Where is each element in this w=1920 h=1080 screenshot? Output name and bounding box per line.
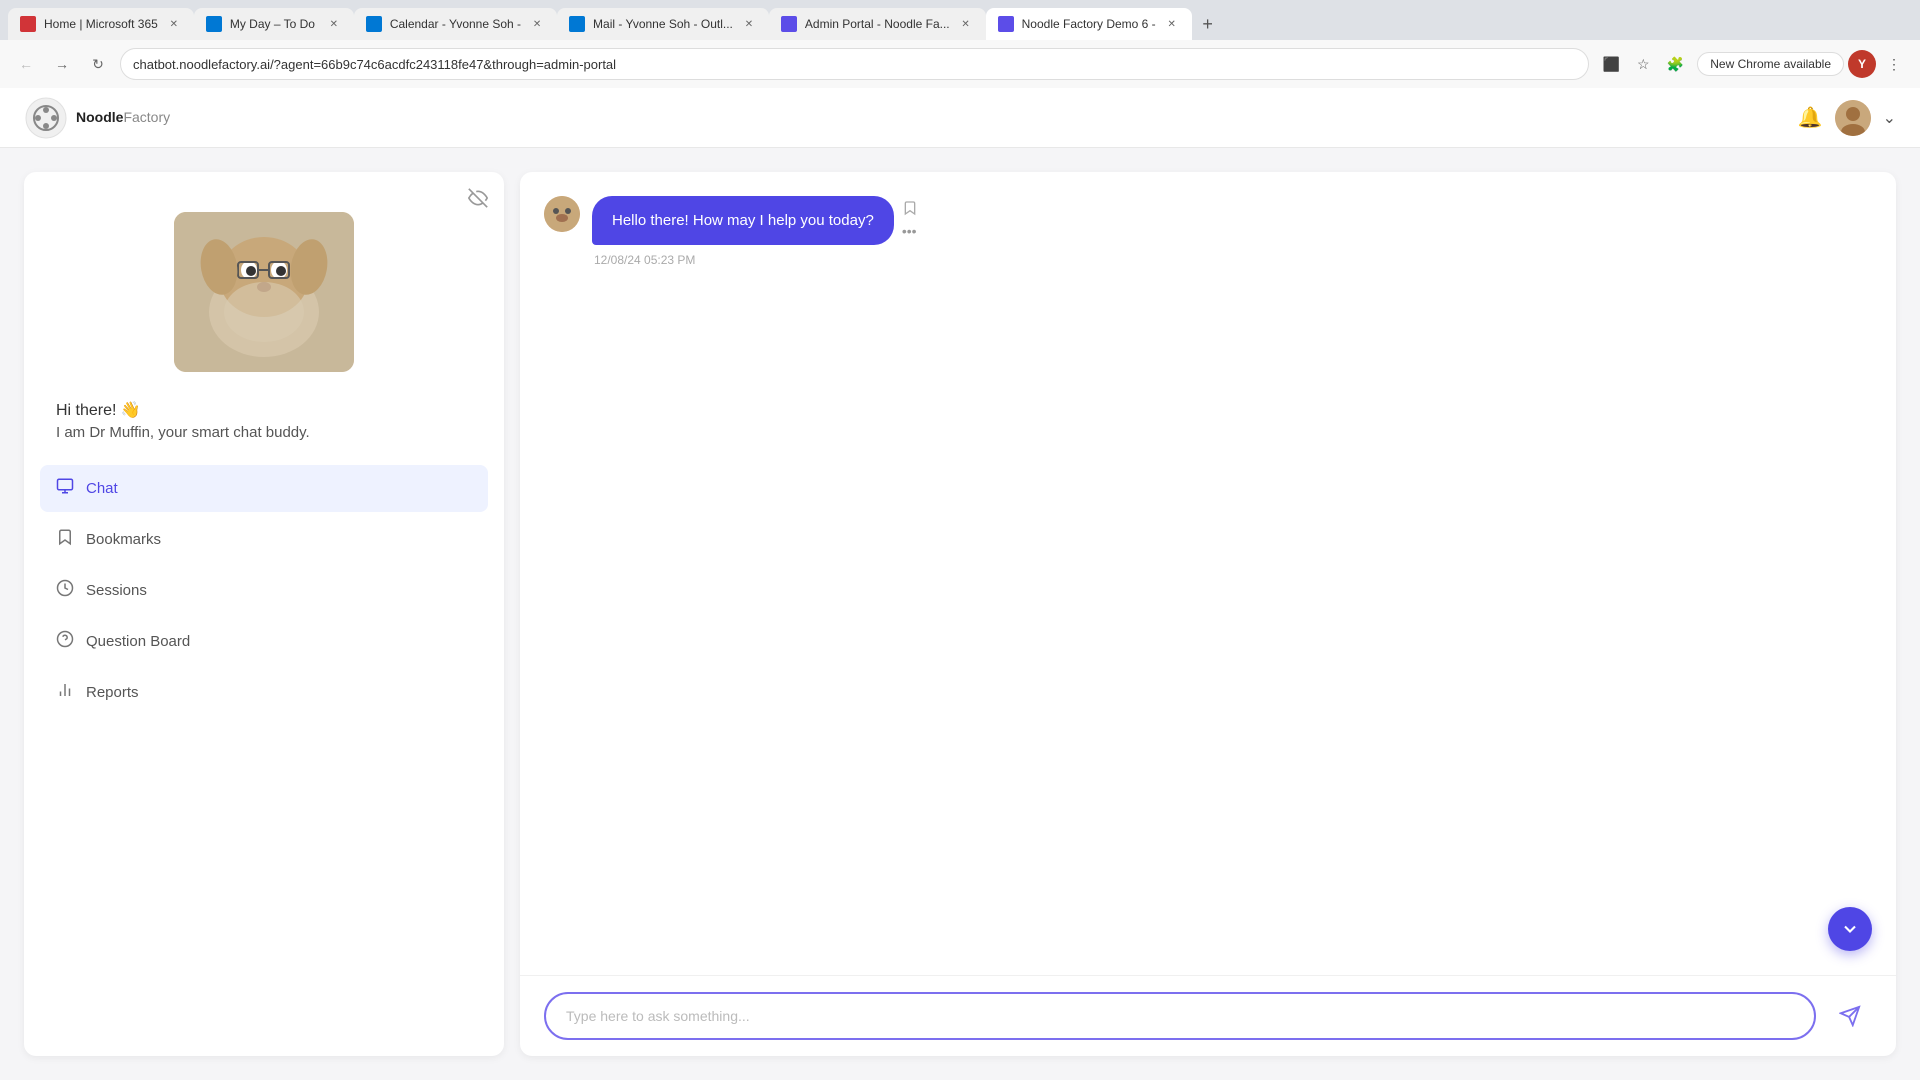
address-bar[interactable]: chatbot.noodlefactory.ai/?agent=66b9c74c… xyxy=(120,48,1589,80)
chat-input[interactable] xyxy=(544,992,1816,1040)
chevron-down-icon[interactable]: ⌄ xyxy=(1883,108,1896,128)
bot-message-bubble: Hello there! How may I help you today? xyxy=(592,196,894,245)
tab-close-ms365[interactable]: ✕ xyxy=(166,16,182,32)
profile-circle[interactable]: Y xyxy=(1848,50,1876,78)
tab-close-admin[interactable]: ✕ xyxy=(958,16,974,32)
tab-calendar[interactable]: Calendar - Yvonne Soh - ✕ xyxy=(354,8,557,40)
bookmarks-icon xyxy=(56,528,74,551)
message-time: 12/08/24 05:23 PM xyxy=(594,253,918,267)
nav-chat-label: Chat xyxy=(86,480,118,497)
nav-actions: ⬛ ☆ 🧩 New Chrome available Y ⋮ xyxy=(1597,50,1908,78)
tab-close-mail[interactable]: ✕ xyxy=(741,16,757,32)
chat-area: Hello there! How may I help you today? •… xyxy=(520,172,1896,975)
bot-image xyxy=(174,212,354,372)
nav-item-sessions[interactable]: Sessions xyxy=(40,567,488,614)
nav-item-question-board[interactable]: Question Board xyxy=(40,618,488,665)
tab-bar: Home | Microsoft 365 ✕ My Day – To Do ✕ … xyxy=(0,0,1920,40)
tab-title-admin: Admin Portal - Noodle Fa... xyxy=(805,17,950,31)
url-text: chatbot.noodlefactory.ai/?agent=66b9c74c… xyxy=(133,57,1576,72)
message-actions: ••• xyxy=(902,196,918,239)
menu-button[interactable]: ⋮ xyxy=(1880,50,1908,78)
extensions-button[interactable]: 🧩 xyxy=(1661,50,1689,78)
tab-admin[interactable]: Admin Portal - Noodle Fa... ✕ xyxy=(769,8,986,40)
tab-close-calendar[interactable]: ✕ xyxy=(529,16,545,32)
tab-demo[interactable]: Noodle Factory Demo 6 - ✕ xyxy=(986,8,1192,40)
tab-ms365[interactable]: Home | Microsoft 365 ✕ xyxy=(8,8,194,40)
new-tab-button[interactable]: + xyxy=(1192,8,1224,40)
nav-item-chat[interactable]: Chat xyxy=(40,465,488,512)
scroll-to-bottom-button[interactable] xyxy=(1828,907,1872,951)
chat-icon xyxy=(56,477,74,500)
nav-question-board-label: Question Board xyxy=(86,633,190,650)
tab-favicon-demo xyxy=(998,16,1014,32)
message-row: Hello there! How may I help you today? •… xyxy=(544,196,1872,267)
nav-sessions-label: Sessions xyxy=(86,582,147,599)
notification-bell[interactable]: 🔔 xyxy=(1798,105,1823,130)
tab-mail[interactable]: Mail - Yvonne Soh - Outl... ✕ xyxy=(557,8,769,40)
tab-title-demo: Noodle Factory Demo 6 - xyxy=(1022,17,1156,31)
tab-title-ms365: Home | Microsoft 365 xyxy=(44,17,158,31)
send-button[interactable] xyxy=(1828,994,1872,1038)
forward-button[interactable]: → xyxy=(48,50,76,78)
nav-bar: ← → ↻ chatbot.noodlefactory.ai/?agent=66… xyxy=(0,40,1920,88)
tab-title-calendar: Calendar - Yvonne Soh - xyxy=(390,17,521,31)
top-nav: NoodleFactory 🔔 ⌄ xyxy=(0,88,1920,148)
nav-bookmarks-label: Bookmarks xyxy=(86,531,161,548)
nav-reports-label: Reports xyxy=(86,684,139,701)
more-options-icon[interactable]: ••• xyxy=(902,223,918,239)
logo-icon xyxy=(24,96,68,140)
logo-area[interactable]: NoodleFactory xyxy=(24,96,170,140)
tab-title-mail: Mail - Yvonne Soh - Outl... xyxy=(593,17,733,31)
bubble-row: Hello there! How may I help you today? •… xyxy=(592,196,918,245)
left-panel: Hi there! 👋 I am Dr Muffin, your smart c… xyxy=(24,172,504,1056)
sessions-icon xyxy=(56,579,74,602)
tab-favicon-admin xyxy=(781,16,797,32)
tab-favicon-calendar xyxy=(366,16,382,32)
logo-text: NoodleFactory xyxy=(76,109,170,127)
greeting-area: Hi there! 👋 I am Dr Muffin, your smart c… xyxy=(24,392,504,457)
reports-icon xyxy=(56,681,74,704)
message-content: Hello there! How may I help you today? •… xyxy=(592,196,918,267)
main-layout: Hi there! 👋 I am Dr Muffin, your smart c… xyxy=(0,148,1920,1080)
back-button[interactable]: ← xyxy=(12,50,40,78)
greeting-text: Hi there! 👋 xyxy=(56,400,472,420)
nav-item-bookmarks[interactable]: Bookmarks xyxy=(40,516,488,563)
hide-icon[interactable] xyxy=(468,188,488,213)
question-board-icon xyxy=(56,630,74,653)
nav-menu: Chat Bookmarks xyxy=(24,457,504,732)
top-nav-right: 🔔 ⌄ xyxy=(1798,100,1896,136)
tab-favicon-mail xyxy=(569,16,585,32)
nav-item-reports[interactable]: Reports xyxy=(40,669,488,716)
tab-close-demo[interactable]: ✕ xyxy=(1164,16,1180,32)
reload-button[interactable]: ↻ xyxy=(84,50,112,78)
bot-image-area xyxy=(24,172,504,392)
tab-favicon-ms365 xyxy=(20,16,36,32)
new-chrome-badge[interactable]: New Chrome available xyxy=(1697,52,1844,76)
bookmark-button[interactable]: ☆ xyxy=(1629,50,1657,78)
page-content: NoodleFactory 🔔 ⌄ xyxy=(0,88,1920,1080)
greeting-sub: I am Dr Muffin, your smart chat buddy. xyxy=(56,424,472,441)
tab-todo[interactable]: My Day – To Do ✕ xyxy=(194,8,354,40)
bookmark-message-icon[interactable] xyxy=(902,200,918,219)
tab-favicon-todo xyxy=(206,16,222,32)
dog-illustration xyxy=(174,212,354,372)
browser-chrome: Home | Microsoft 365 ✕ My Day – To Do ✕ … xyxy=(0,0,1920,88)
cast-button[interactable]: ⬛ xyxy=(1597,50,1625,78)
tab-close-todo[interactable]: ✕ xyxy=(326,16,342,32)
input-area xyxy=(520,975,1896,1056)
tab-title-todo: My Day – To Do xyxy=(230,17,318,31)
bot-avatar xyxy=(544,196,580,232)
user-avatar[interactable] xyxy=(1835,100,1871,136)
right-panel: Hello there! How may I help you today? •… xyxy=(520,172,1896,1056)
